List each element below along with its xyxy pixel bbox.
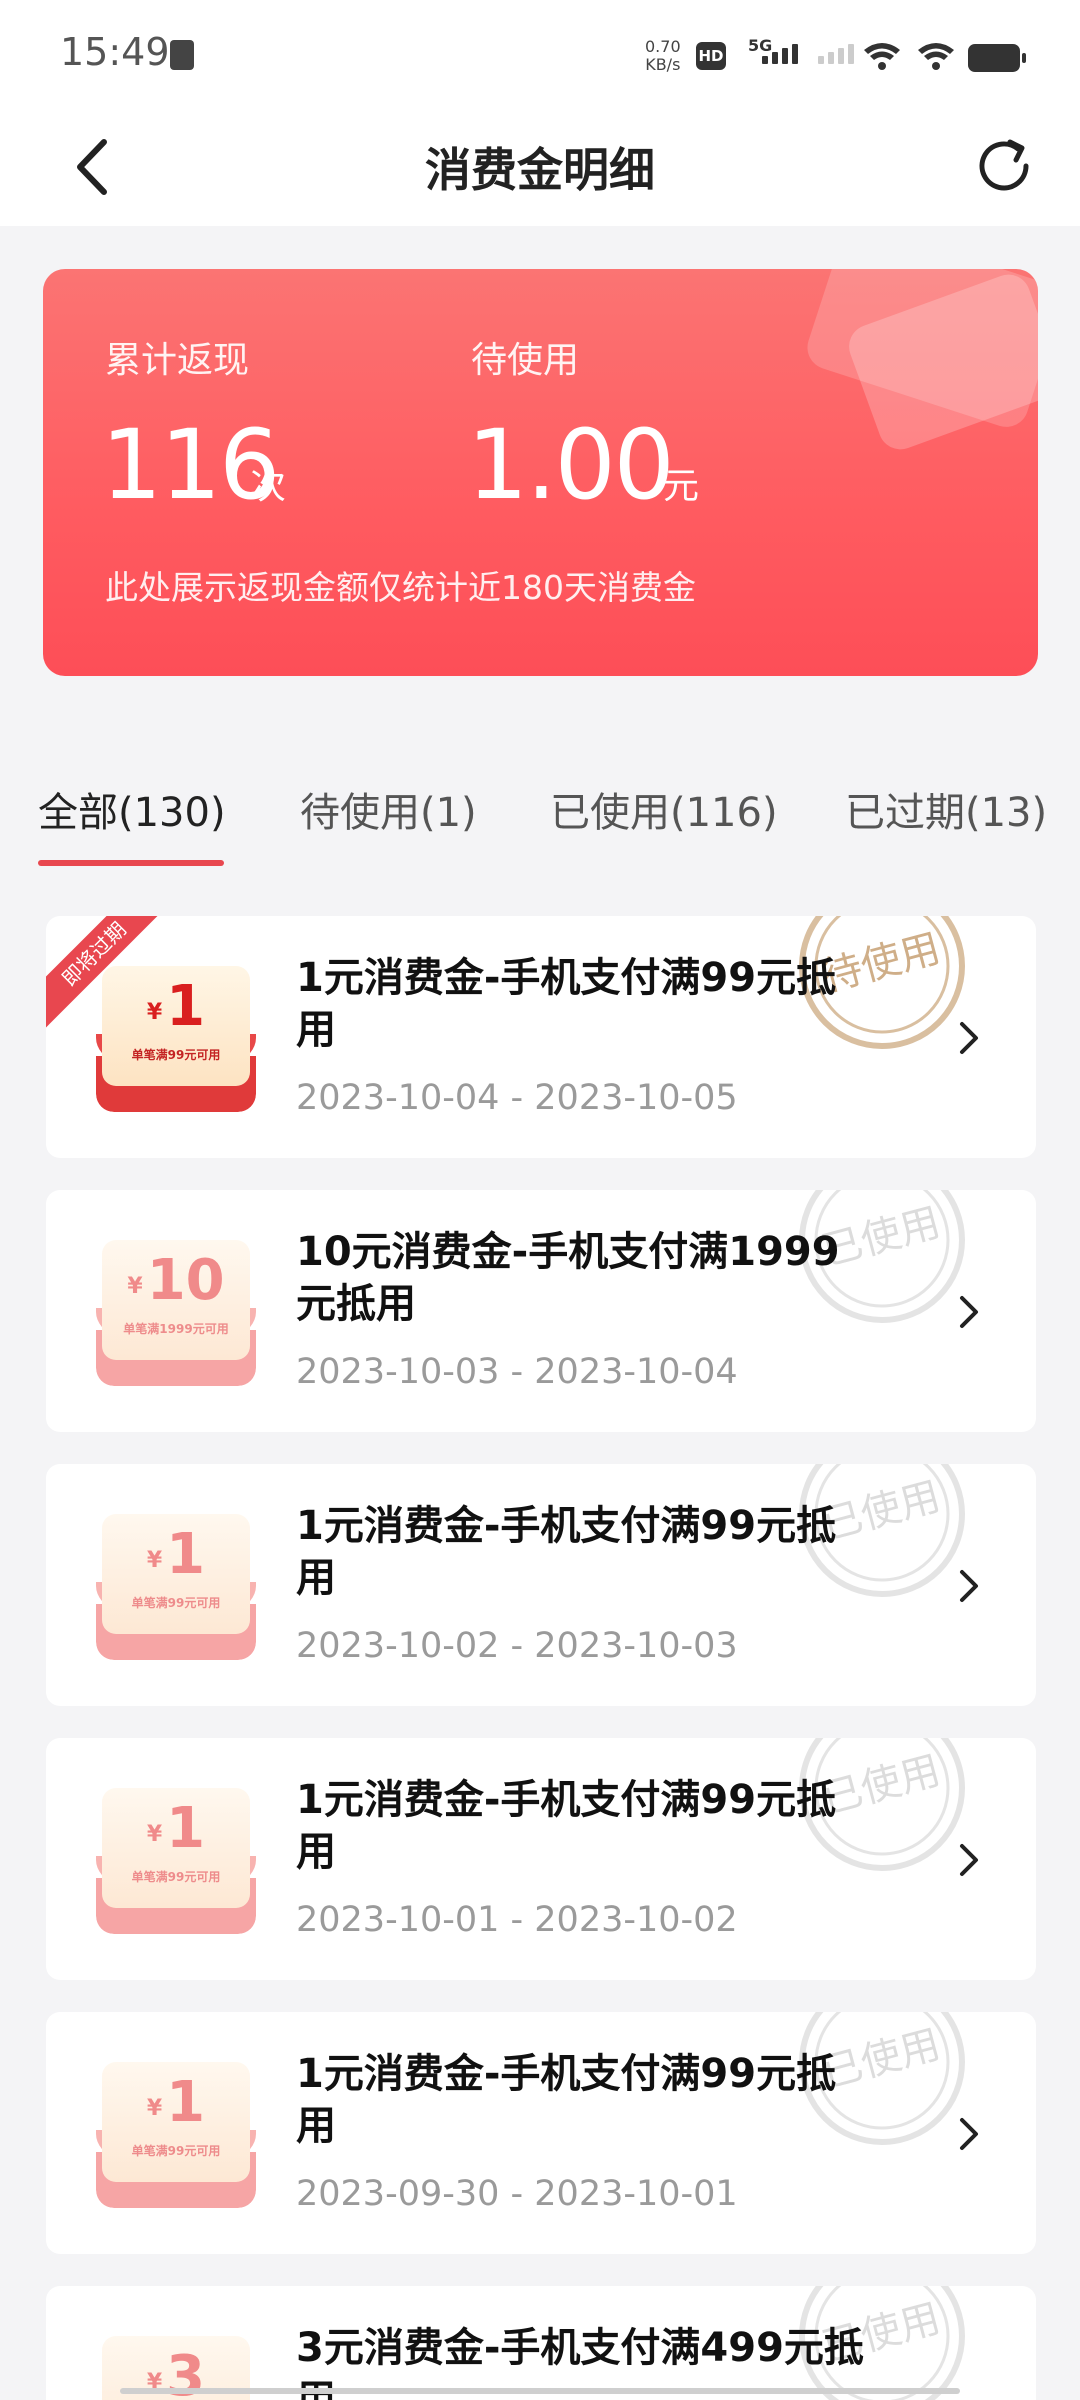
coupon-title: 1元消费金-手机支付满99元抵用	[296, 955, 837, 1053]
currency-symbol: ¥	[127, 1274, 143, 1299]
cashback-unit: 次	[250, 466, 287, 507]
coupon-item[interactable]: 即将过期 ¥1 单笔满99元可用 待使用 1元消费金-手机支付满99元抵用 20…	[46, 916, 1036, 1158]
coupon-item[interactable]: ¥10 单笔满1999元可用 已使用 10元消费金-手机支付满1999元抵用 2…	[46, 1190, 1036, 1432]
chevron-right-icon	[960, 1570, 978, 1602]
wifi-icon	[864, 43, 900, 70]
chevron-right-icon	[960, 2118, 978, 2150]
coupon-date: 2023-09-30 - 2023-10-01	[296, 2174, 738, 2214]
wifi-2-icon	[918, 43, 954, 70]
currency-symbol: ¥	[146, 1822, 163, 1847]
tab-expired[interactable]: 已过期(13)	[845, 780, 1047, 838]
currency-symbol: ¥	[146, 1548, 163, 1573]
coupon-item[interactable]: ¥1 单笔满99元可用 已使用 1元消费金-手机支付满99元抵用 2023-09…	[46, 2012, 1036, 2254]
coupon-item[interactable]: ¥1 单笔满99元可用 已使用 1元消费金-手机支付满99元抵用 2023-10…	[46, 1738, 1036, 1980]
tab-used[interactable]: 已使用(116)	[550, 780, 778, 838]
coupon-condition: 单笔满99元可用	[131, 1596, 221, 1610]
ticket-decoration-icon	[807, 269, 1038, 450]
home-indicator[interactable]	[120, 2388, 960, 2394]
coupon-item[interactable]: ¥3 已使用 3元消费金-手机支付满499元抵用	[46, 2286, 1036, 2400]
coupon-amount: 1	[166, 1522, 206, 1587]
net-speed: 0.70 KB/s	[645, 38, 681, 74]
chevron-right-icon	[960, 1844, 978, 1876]
pending-value: 1.00	[467, 409, 675, 521]
filter-tabs: 全部(130) 待使用(1) 已使用(116) 已过期(13)	[0, 770, 1080, 866]
signal-2-icon	[818, 44, 854, 64]
status-bar: 15:49 0.70 KB/s HD 5G	[0, 0, 1080, 112]
coupon-date: 2023-10-02 - 2023-10-03	[296, 1626, 738, 1666]
coupon-date: 2023-10-01 - 2023-10-02	[296, 1900, 738, 1940]
coupon-amount: 1	[166, 1796, 206, 1861]
coupon-thumbnail: ¥10 单笔满1999元可用	[96, 1236, 256, 1386]
cashback-label: 累计返现	[105, 340, 250, 381]
coupon-item[interactable]: ¥1 单笔满99元可用 已使用 1元消费金-手机支付满99元抵用 2023-10…	[46, 1464, 1036, 1706]
coupon-thumbnail: ¥1 单笔满99元可用	[96, 1510, 256, 1660]
tab-active-indicator	[38, 860, 224, 866]
summary-note: 此处展示返现金额仅统计近180天消费金	[105, 568, 696, 607]
coupon-thumbnail: ¥1 单笔满99元可用	[96, 1784, 256, 1934]
coupon-date: 2023-10-03 - 2023-10-04	[296, 1352, 738, 1392]
signal-icon	[762, 44, 798, 64]
coupon-condition: 单笔满99元可用	[131, 1870, 221, 1884]
status-time: 15:49	[60, 30, 170, 74]
coupon-amount: 1	[166, 974, 206, 1039]
coupon-condition: 单笔满99元可用	[131, 1048, 221, 1062]
coupon-title: 1元消费金-手机支付满99元抵用	[296, 2051, 837, 2149]
coupon-thumbnail: ¥1 单笔满99元可用	[96, 2058, 256, 2208]
coupon-thumbnail: ¥1 单笔满99元可用	[96, 962, 256, 1112]
refresh-button[interactable]	[970, 132, 1040, 202]
coupon-condition: 单笔满99元可用	[131, 2144, 221, 2158]
coupon-condition: 单笔满1999元可用	[123, 1322, 229, 1336]
coupon-amount: 1	[166, 2070, 206, 2135]
page-title: 消费金明细	[425, 143, 655, 197]
pending-label: 待使用	[471, 340, 580, 381]
coupon-date: 2023-10-04 - 2023-10-05	[296, 1078, 738, 1118]
currency-symbol: ¥	[146, 1000, 163, 1025]
hd-icon: HD	[696, 42, 726, 70]
coupon-amount: 10	[146, 1248, 225, 1313]
tab-all[interactable]: 全部(130)	[38, 780, 226, 838]
summary-card: 累计返现 116 次 待使用 1.00 元 此处展示返现金额仅统计近180天消费…	[43, 269, 1038, 676]
chevron-right-icon	[960, 1022, 978, 1054]
tab-pending[interactable]: 待使用(1)	[300, 780, 477, 838]
coupon-title: 10元消费金-手机支付满1999元抵用	[296, 1229, 840, 1327]
notification-icon	[170, 40, 194, 70]
app-header: 消费金明细	[0, 112, 1080, 226]
pending-unit: 元	[663, 466, 700, 507]
coupon-title: 1元消费金-手机支付满99元抵用	[296, 1777, 837, 1875]
net-speed-unit: KB/s	[645, 55, 681, 74]
currency-symbol: ¥	[146, 2096, 163, 2121]
chevron-right-icon	[960, 1296, 978, 1328]
net-speed-value: 0.70	[645, 37, 681, 56]
coupon-title: 1元消费金-手机支付满99元抵用	[296, 1503, 837, 1601]
battery-icon	[968, 44, 1026, 72]
